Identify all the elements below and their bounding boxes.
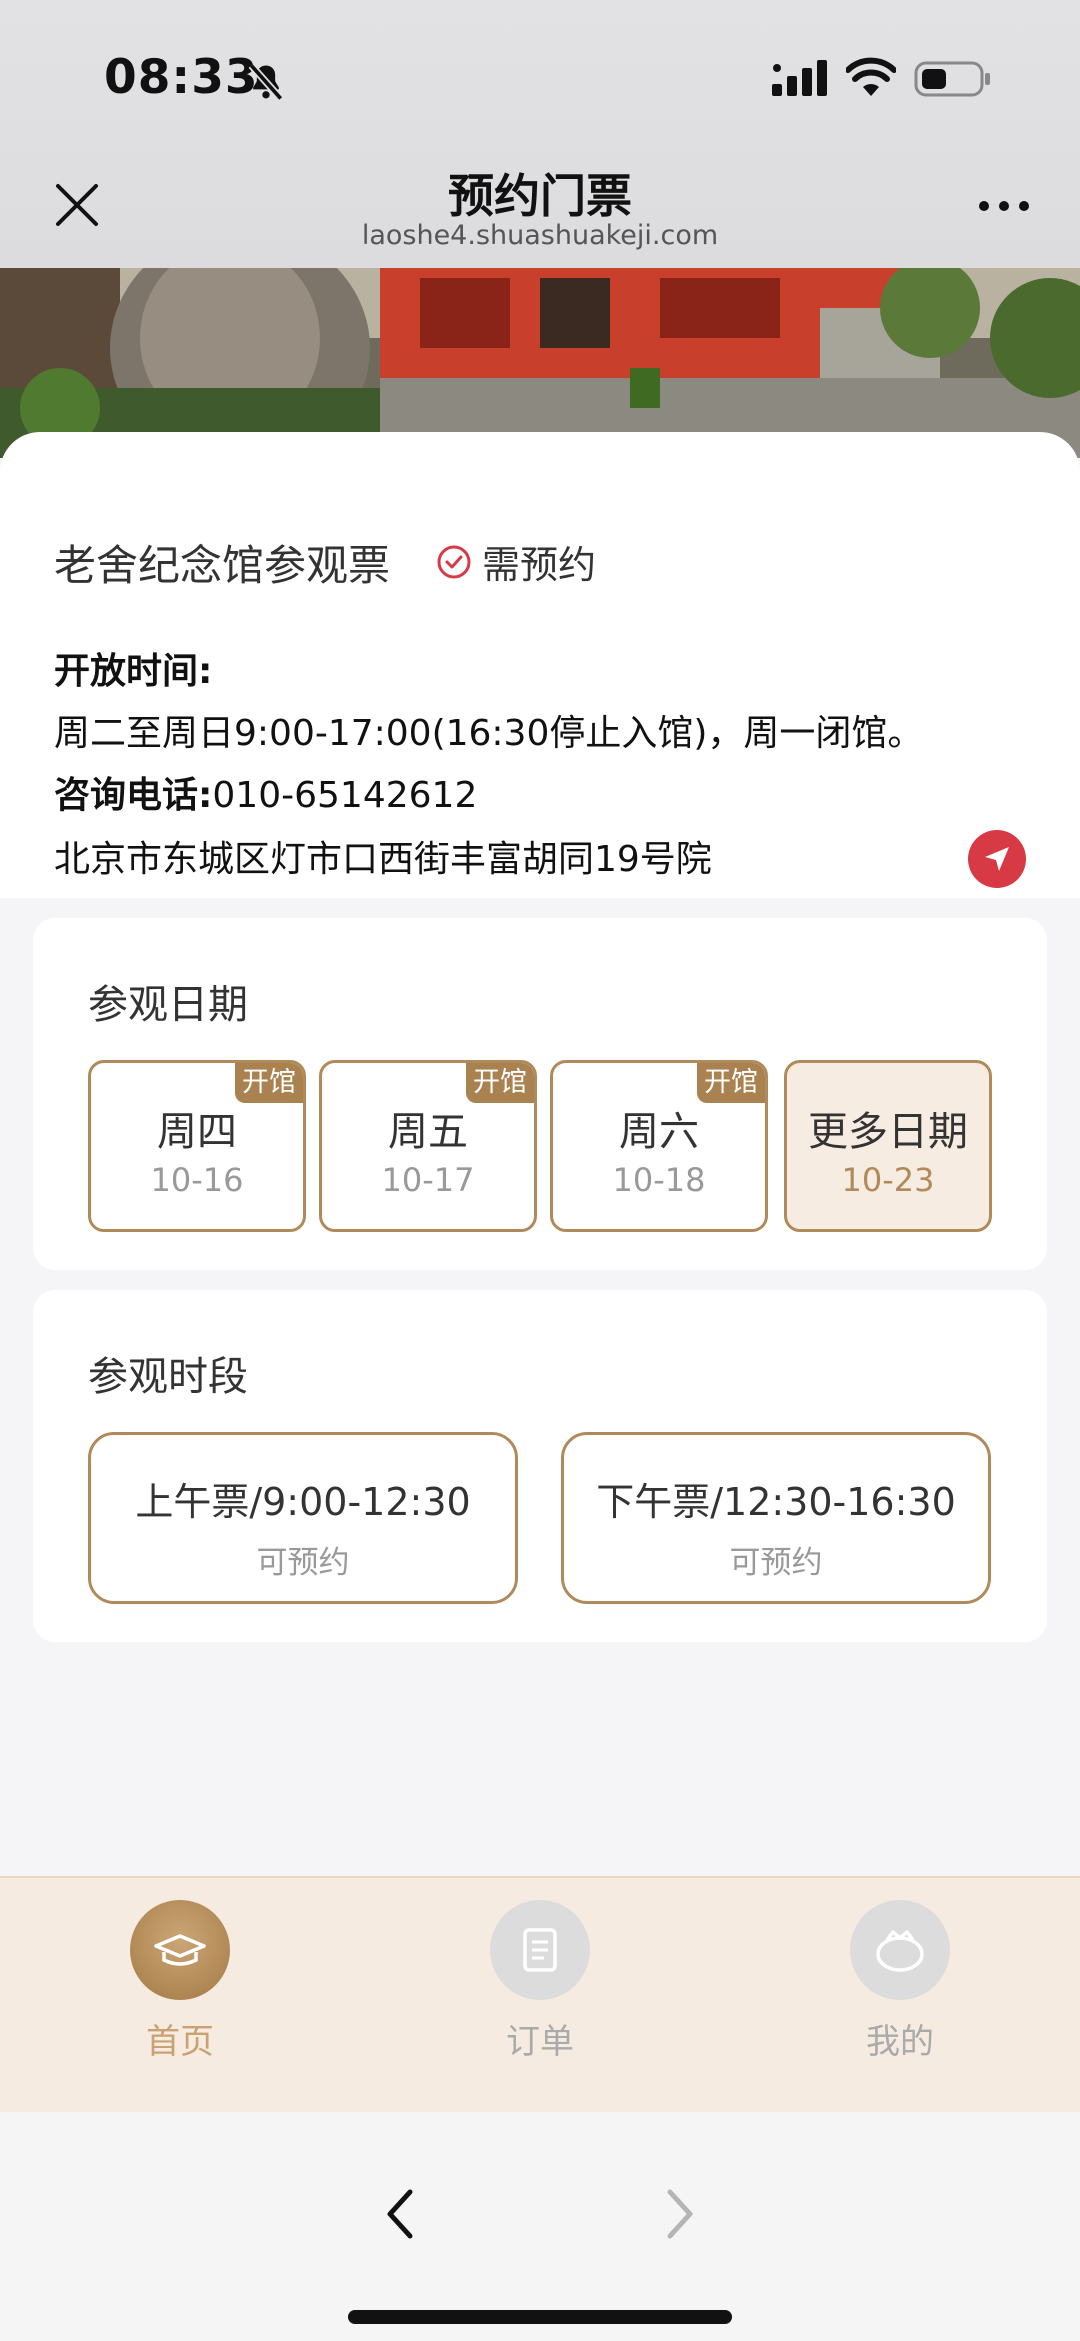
status-time: 08:33 [104,50,259,105]
address: 北京市东城区灯市口西街丰富胡同19号院 [54,839,712,880]
visit-date-card: 参观日期 开馆 周四 10-16 开馆 周五 10-17 开馆 周六 10-18… [33,918,1047,1270]
open-tag: 开馆 [235,1063,303,1103]
tab-orders[interactable]: 订单 [440,1900,640,2063]
visit-slot-card: 参观时段 上午票/9:00-12:30 可预约 下午票/12:30-16:30 … [33,1290,1047,1642]
visit-slot-title: 参观时段 [88,1354,248,1400]
tab-home-circle [130,1900,230,2000]
tab-profile[interactable]: 我的 [800,1900,1000,2063]
slot-status: 可预约 [729,1545,823,1581]
open-tag: 开馆 [697,1063,765,1103]
back-arrow-icon[interactable] [378,2184,422,2244]
slot-option-afternoon[interactable]: 下午票/12:30-16:30 可预约 [561,1432,991,1604]
phone-row: 咨询电话:010-65142612 [54,766,477,818]
tab-profile-circle [850,1900,950,2000]
phone-label: 咨询电话: [54,775,213,816]
date-day: 周四 [157,1109,237,1155]
more-options-icon[interactable] [976,196,1032,216]
reservation-required-badge: 需预约 [436,534,596,589]
ticket-booking-page: 08:33 预约门票 laoshe4.shuashuakeji.com 老舍纪念… [0,0,1080,2341]
slot-label: 下午票/12:30-16:30 [596,1480,956,1524]
tab-home[interactable]: 首页 [80,1900,280,2063]
bottom-tab-bar: 首页 订单 我的 [0,1876,1080,2112]
date-option-1[interactable]: 开馆 周四 10-16 [88,1060,306,1232]
visit-date-title: 参观日期 [88,982,248,1028]
date-option-3[interactable]: 开馆 周六 10-18 [550,1060,768,1232]
open-tag: 开馆 [466,1063,534,1103]
hero-image [0,268,1080,458]
navigation-arrow-icon [985,847,1009,871]
battery-icon [914,61,990,97]
tab-profile-label: 我的 [866,2022,934,2062]
slot-status: 可预约 [256,1545,350,1581]
phone-number[interactable]: 010-65142612 [212,775,477,816]
date-value: 10-16 [150,1161,244,1199]
tab-orders-label: 订单 [506,2022,574,2062]
home-icon [154,1934,206,1966]
slot-label: 上午票/9:00-12:30 [135,1480,471,1524]
courtyard-illustration [0,268,1080,458]
browser-nav-bar [0,2112,1080,2341]
bell-muted-icon [248,63,284,101]
open-hours-label: 开放时间: [54,651,213,692]
date-day: 周五 [388,1109,468,1155]
more-dates-button[interactable]: 更多日期 10-23 [784,1060,992,1232]
ticket-name: 老舍纪念馆参观票 [54,541,391,590]
date-option-2[interactable]: 开馆 周五 10-17 [319,1060,537,1232]
page-url: laoshe4.shuashuakeji.com [361,220,719,251]
more-dates-value: 10-23 [841,1161,935,1199]
home-indicator [348,2310,732,2324]
date-day: 周六 [619,1109,699,1155]
page-title: 预约门票 [448,169,632,223]
top-bar: 08:33 预约门票 laoshe4.shuashuakeji.com [0,0,1080,268]
date-value: 10-17 [381,1161,475,1199]
forward-arrow-icon[interactable] [658,2184,702,2244]
date-value: 10-18 [612,1161,706,1199]
wifi-icon [846,57,896,96]
order-icon [523,1928,557,1972]
open-hours: 周二至周日9:00-17:00(16:30停止入馆)，周一闭馆。 [54,713,924,754]
profile-icon [876,1930,924,1972]
slot-option-morning[interactable]: 上午票/9:00-12:30 可预约 [88,1432,518,1604]
tab-home-label: 首页 [146,2022,214,2062]
signal-icon [772,60,827,96]
navigate-button[interactable] [968,830,1026,888]
more-dates-label: 更多日期 [808,1109,968,1155]
check-circle-icon [437,545,471,578]
tab-orders-circle [490,1900,590,2000]
ticket-info-card: 老舍纪念馆参观票 需预约 开放时间: 周二至周日9:00-17:00(16:30… [0,432,1080,898]
reserve-badge-text: 需预约 [482,543,597,587]
